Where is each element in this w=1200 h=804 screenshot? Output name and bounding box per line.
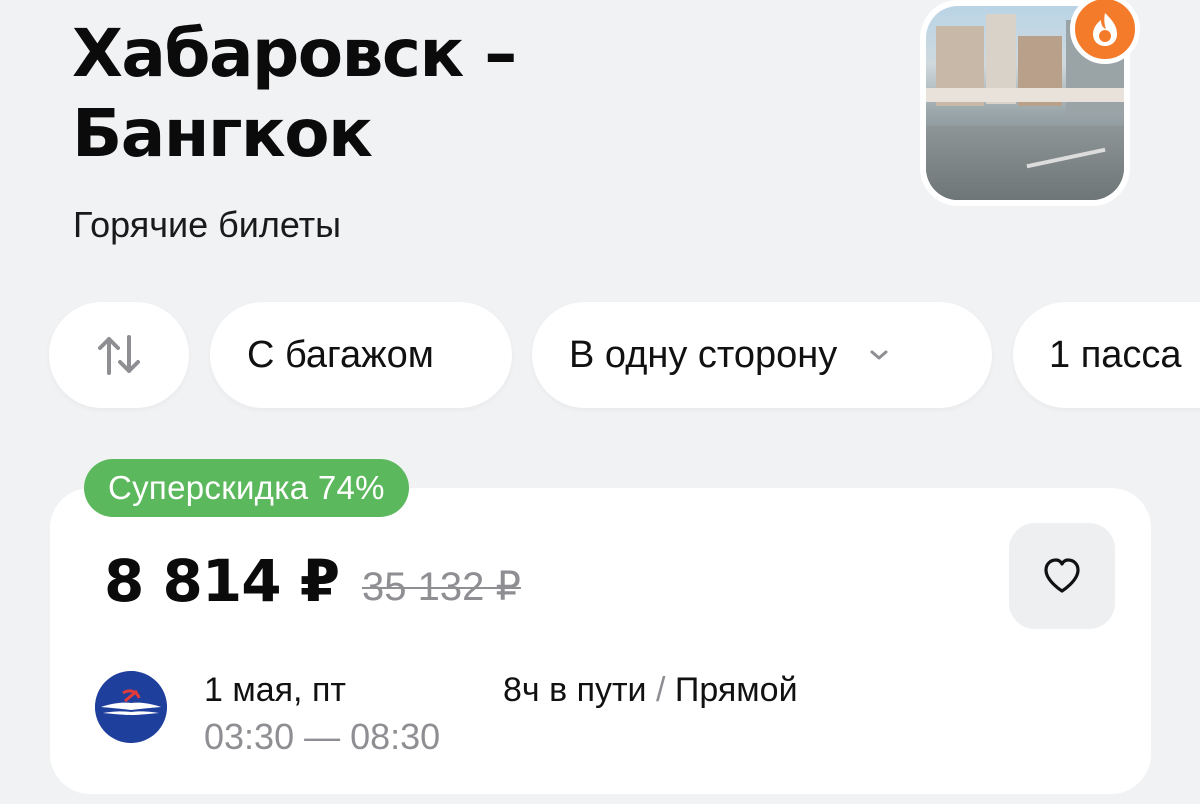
chevron-down-icon (867, 347, 891, 363)
flight-times: 03:30 — 08:30 (204, 716, 441, 757)
trip-type-dropdown[interactable]: В одну сторону (532, 302, 992, 408)
baggage-filter-chip[interactable]: С багажом (210, 302, 512, 408)
discount-badge: Суперскидка 74% (84, 459, 409, 517)
route-title-destination: Бангкок (72, 95, 373, 172)
duration-separator: / (646, 671, 675, 709)
ticket-old-price: 35 132 ₽ (362, 565, 521, 609)
swap-direction-button[interactable] (49, 302, 189, 408)
favorite-button[interactable] (1009, 523, 1115, 629)
swap-vertical-icon (98, 335, 140, 375)
flight-duration: 8ч в пути (503, 671, 647, 709)
ticket-price: 8 814 ₽ (104, 547, 340, 615)
trip-type-label: В одну сторону (569, 333, 838, 376)
aeroflot-logo-icon (95, 671, 167, 743)
route-title: Хабаровск – Бангкок (72, 14, 632, 174)
page-subtitle: Горячие билеты (73, 204, 342, 245)
flight-duration-info: 8ч в пути / Прямой (503, 670, 798, 710)
passengers-dropdown[interactable]: 1 пасса (1013, 302, 1200, 408)
flight-date: 1 мая, пт (204, 671, 346, 709)
passengers-label: 1 пасса (1049, 333, 1182, 376)
baggage-filter-label: С багажом (247, 333, 434, 376)
heart-icon (1044, 558, 1080, 593)
flight-stops: Прямой (674, 671, 798, 709)
route-title-origin: Хабаровск – (72, 15, 517, 92)
